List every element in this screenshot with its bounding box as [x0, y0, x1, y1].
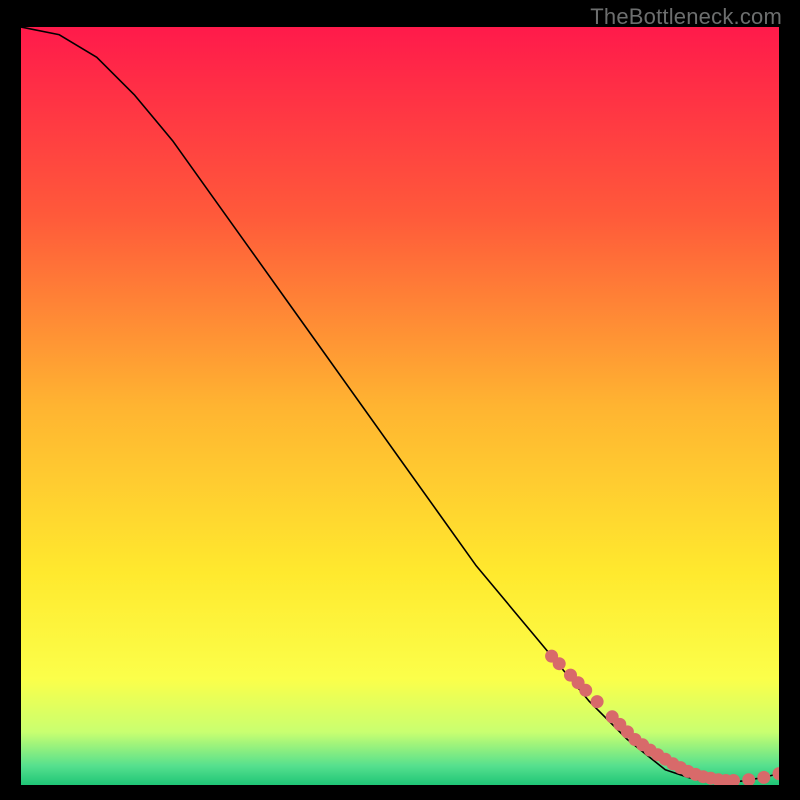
- gradient-background: [21, 27, 779, 785]
- cluster-point: [757, 771, 770, 784]
- cluster-point: [591, 695, 604, 708]
- chart-svg: [21, 27, 779, 785]
- watermark-text: TheBottleneck.com: [590, 4, 782, 30]
- plot-area: [21, 27, 779, 785]
- chart-frame: TheBottleneck.com: [0, 0, 800, 800]
- cluster-point: [553, 657, 566, 670]
- cluster-point: [579, 684, 592, 697]
